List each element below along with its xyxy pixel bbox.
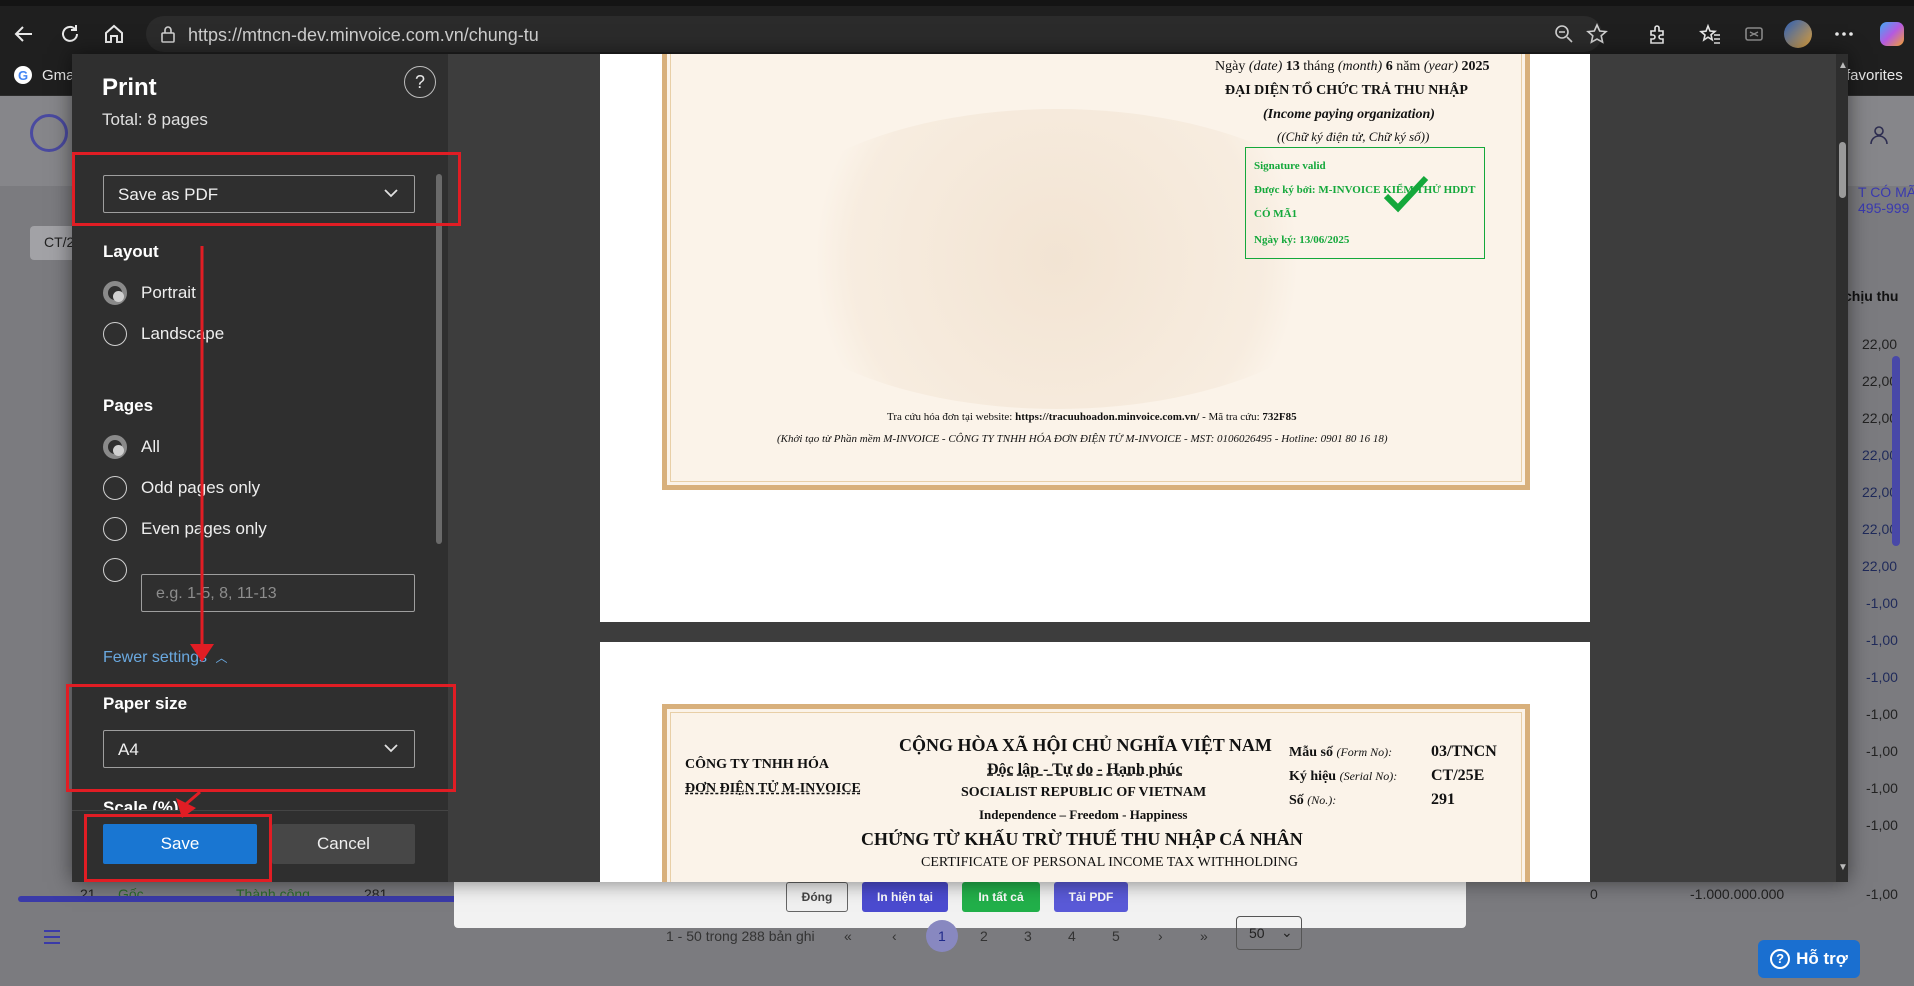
annotation-arrows (176, 246, 214, 818)
